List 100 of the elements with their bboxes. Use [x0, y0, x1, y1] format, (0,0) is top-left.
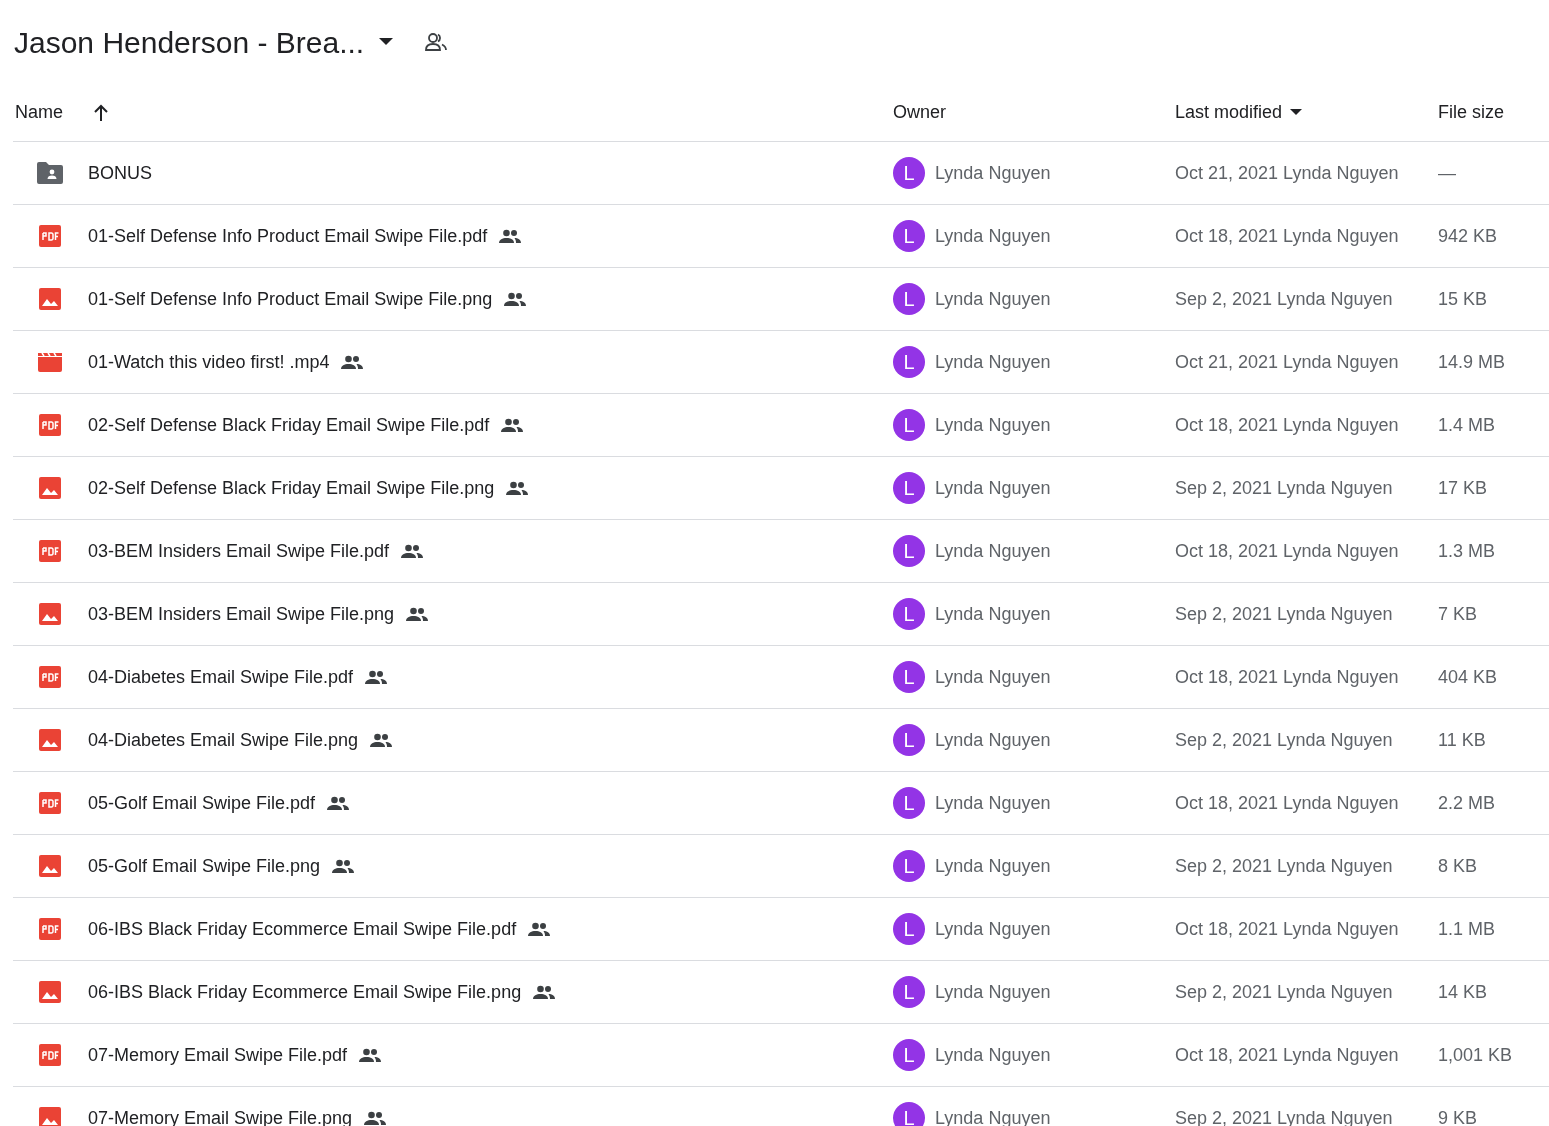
pdf-file-icon — [38, 918, 61, 940]
file-name[interactable]: 01-Self Defense Info Product Email Swipe File.pdf — [88, 222, 488, 250]
file-name[interactable]: 02-Self Defense Black Friday Email Swipe File.pdf — [88, 411, 490, 439]
file-name[interactable]: 06-IBS Black Friday Ecommerce Email Swipe File.pdf — [88, 915, 517, 943]
file-name[interactable]: 07-Memory Email Swipe File.pdf — [88, 1041, 348, 1069]
owner-name: Lynda Nguyen — [935, 791, 1051, 815]
file-name[interactable]: 04-Diabetes Email Swipe File.pdf — [88, 663, 354, 691]
avatar: L — [893, 976, 925, 1008]
file-name[interactable]: BONUS — [88, 159, 152, 187]
file-size: 1,001 KB — [1438, 1044, 1513, 1065]
avatar: L — [893, 472, 925, 504]
modified-date: Oct 18, 2021 Lynda Nguyen — [1175, 414, 1399, 435]
avatar: L — [893, 661, 925, 693]
file-size: 9 KB — [1438, 1107, 1478, 1126]
pdf-file-icon — [38, 792, 61, 814]
file-name[interactable]: 06-IBS Black Friday Ecommerce Email Swipe File.png — [88, 978, 522, 1006]
pdf-file-icon — [38, 225, 61, 247]
file-size: 11 KB — [1438, 729, 1486, 750]
pdf-file-icon — [38, 666, 61, 688]
owner-name: Lynda Nguyen — [935, 413, 1051, 437]
pdf-file-icon — [38, 414, 61, 436]
file-size: 15 KB — [1438, 288, 1488, 309]
modified-date: Oct 18, 2021 Lynda Nguyen — [1175, 666, 1399, 687]
film-icon — [37, 352, 62, 372]
file-name[interactable]: 01-Watch this video first! .mp4 — [88, 348, 330, 376]
avatar: L — [893, 409, 925, 441]
file-name[interactable]: 02-Self Defense Black Friday Email Swipe File.png — [88, 474, 495, 502]
modified-date: Oct 18, 2021 Lynda Nguyen — [1175, 225, 1399, 246]
image-file-icon — [38, 477, 61, 499]
owner-name: Lynda Nguyen — [935, 980, 1051, 1004]
image-file-icon — [38, 729, 61, 751]
image-file-icon — [38, 603, 61, 625]
file-size: 404 KB — [1438, 666, 1498, 687]
file-size: — — [1438, 162, 1456, 183]
modified-date: Sep 2, 2021 Lynda Nguyen — [1175, 729, 1393, 750]
pdf-file-icon — [38, 540, 61, 562]
sort-arrow-icon[interactable] — [93, 103, 109, 122]
owner-name: Lynda Nguyen — [935, 917, 1051, 941]
file-size: 942 KB — [1438, 225, 1498, 246]
file-name[interactable]: 04-Diabetes Email Swipe File.png — [88, 726, 359, 754]
owner-name: Lynda Nguyen — [935, 854, 1051, 878]
owner-name: Lynda Nguyen — [935, 287, 1051, 311]
column-header[interactable]: File size — [1438, 99, 1504, 126]
column-header[interactable]: Owner — [893, 99, 946, 126]
avatar: L — [893, 598, 925, 630]
modified-date: Sep 2, 2021 Lynda Nguyen — [1175, 981, 1393, 1002]
modified-date: Oct 21, 2021 Lynda Nguyen — [1175, 351, 1399, 372]
modified-date: Oct 21, 2021 Lynda Nguyen — [1175, 162, 1399, 183]
modified-date: Oct 18, 2021 Lynda Nguyen — [1175, 792, 1399, 813]
avatar: L — [893, 220, 925, 252]
image-file-icon — [38, 1107, 61, 1126]
avatar: L — [893, 787, 925, 819]
image-file-icon — [38, 981, 61, 1003]
owner-name: Lynda Nguyen — [935, 728, 1051, 752]
owner-name: Lynda Nguyen — [935, 665, 1051, 689]
modified-date: Oct 18, 2021 Lynda Nguyen — [1175, 918, 1399, 939]
folder-title: Jason Henderson - Brea... — [14, 24, 365, 61]
file-name[interactable]: 01-Self Defense Info Product Email Swipe File.png — [88, 285, 493, 313]
avatar: L — [893, 850, 925, 882]
column-header[interactable]: Name — [13, 99, 63, 126]
file-size: 7 KB — [1438, 603, 1478, 624]
image-file-icon — [38, 855, 61, 877]
file-name[interactable]: 05-Golf Email Swipe File.pdf — [88, 789, 316, 817]
modified-date: Oct 18, 2021 Lynda Nguyen — [1175, 1044, 1399, 1065]
avatar: L — [893, 157, 925, 189]
owner-name: Lynda Nguyen — [935, 350, 1051, 374]
owner-name: Lynda Nguyen — [935, 1043, 1051, 1067]
modified-date: Sep 2, 2021 Lynda Nguyen — [1175, 855, 1393, 876]
file-size: 1.1 MB — [1438, 918, 1496, 939]
owner-name: Lynda Nguyen — [935, 539, 1051, 563]
avatar: L — [893, 724, 925, 756]
file-size: 1.3 MB — [1438, 540, 1496, 561]
avatar: L — [893, 1102, 925, 1126]
owner-name: Lynda Nguyen — [935, 476, 1051, 500]
avatar: L — [893, 1039, 925, 1071]
file-name[interactable]: 05-Golf Email Swipe File.png — [88, 852, 321, 880]
file-size: 14 KB — [1438, 981, 1488, 1002]
modified-date: Sep 2, 2021 Lynda Nguyen — [1175, 477, 1393, 498]
pdf-file-icon — [38, 1044, 61, 1066]
owner-name: Lynda Nguyen — [935, 224, 1051, 248]
sort-caret-icon[interactable] — [1290, 109, 1303, 116]
file-size: 17 KB — [1438, 477, 1488, 498]
modified-date: Oct 18, 2021 Lynda Nguyen — [1175, 540, 1399, 561]
avatar: L — [893, 913, 925, 945]
avatar: L — [893, 346, 925, 378]
file-size: 1.4 MB — [1438, 414, 1496, 435]
file-size: 8 KB — [1438, 855, 1478, 876]
column-header[interactable]: Last modified — [1175, 99, 1283, 126]
avatar: L — [893, 283, 925, 315]
owner-name: Lynda Nguyen — [935, 602, 1051, 626]
owner-name: Lynda Nguyen — [935, 161, 1051, 185]
image-file-icon — [38, 288, 61, 310]
people-icon[interactable] — [424, 30, 449, 54]
file-name[interactable]: 03-BEM Insiders Email Swipe File.pdf — [88, 537, 390, 565]
file-size: 2.2 MB — [1438, 792, 1496, 813]
folder-icon — [36, 162, 63, 184]
modified-date: Sep 2, 2021 Lynda Nguyen — [1175, 288, 1393, 309]
file-size: 14.9 MB — [1438, 351, 1506, 372]
file-name[interactable]: 03-BEM Insiders Email Swipe File.png — [88, 600, 395, 628]
avatar: L — [893, 535, 925, 567]
